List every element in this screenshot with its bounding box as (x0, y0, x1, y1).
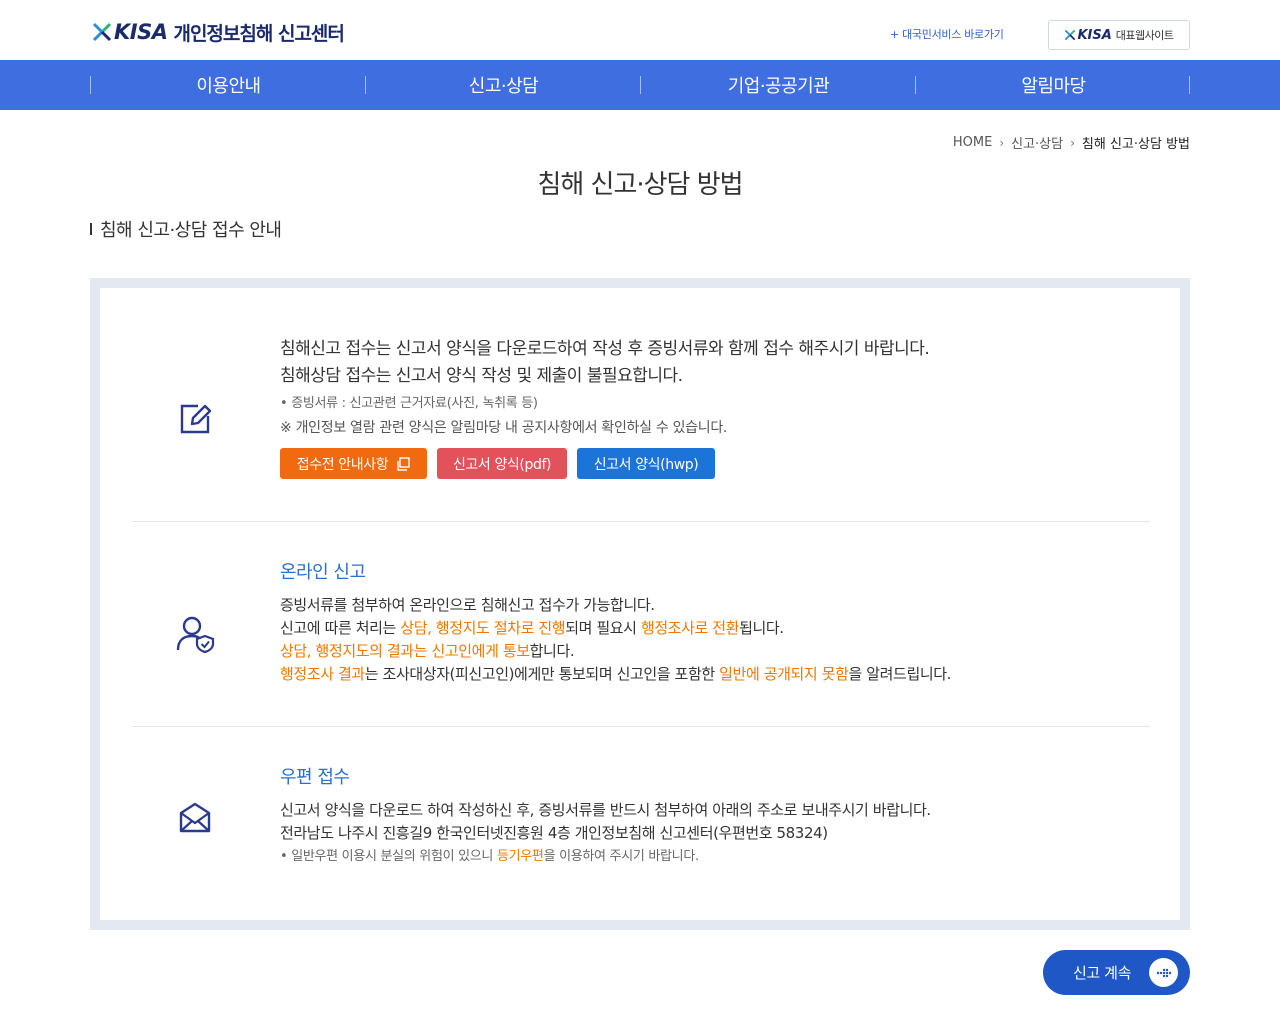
breadcrumb-home[interactable]: HOME (953, 135, 992, 150)
dotted-arrow-icon (1156, 968, 1171, 977)
nav-separator (1189, 76, 1190, 94)
mail-icon (179, 802, 211, 833)
site-button-label: 대표웹사이트 (1115, 29, 1174, 42)
guide-panel: 침해신고 접수는 신고서 양식을 다운로드하여 작성 후 증빙서류와 함께 접수… (90, 278, 1190, 930)
breadcrumb-level1[interactable]: 신고·상담 (1011, 133, 1063, 152)
section-title-text: 침해 신고·상담 접수 안내 (100, 220, 282, 241)
block2-line3: 상담, 행정지도의 결과는 신고인에게 통보합니다. (280, 640, 1140, 663)
pre-submission-notice-button[interactable]: 접수전 안내사항 (280, 448, 427, 479)
main-nav: 이용안내 신고·상담 기업·공공기관 알림마당 (0, 60, 1280, 110)
nav-item-report[interactable]: 신고·상담 (366, 60, 641, 110)
page-title: 침해 신고·상담 방법 (537, 170, 743, 200)
form-download-block: 침해신고 접수는 신고서 양식을 다운로드하여 작성 후 증빙서류와 함께 접수… (100, 336, 1180, 496)
form-button-row: 접수전 안내사항 신고서 양식(pdf) 신고서 양식(hwp) (280, 448, 1140, 479)
block2-line4-a: 행정조사 결과 (280, 665, 365, 683)
block1-note1: • 증빙서류 : 신고관련 근거자료(사진, 녹취록 등) (280, 396, 538, 411)
chevron-right-icon: › (1070, 135, 1075, 150)
block1-line2: 침해상담 접수는 신고서 양식 작성 및 제출이 불필요합니다. (280, 366, 683, 386)
public-service-link[interactable]: + 대국민서비스 바로가기 (890, 26, 1004, 42)
chevron-right-icon: › (999, 135, 1005, 150)
continue-report-label: 신고 계속 (1073, 964, 1131, 982)
continue-report-button[interactable]: 신고 계속 (1043, 950, 1190, 995)
section-title: 침해 신고·상담 접수 안내 (90, 216, 282, 242)
nav-item-notice[interactable]: 알림마당 (916, 60, 1191, 110)
block2-line4-c: 일반에 공개되지 못함 (719, 665, 849, 683)
block3-note-a: • 일반우편 이용시 분실의 위험이 있으니 (280, 849, 497, 864)
kisa-logo-mark-icon (92, 22, 112, 42)
block2-line1: 증빙서류를 첨부하여 온라인으로 침해신고 접수가 가능합니다. (280, 596, 655, 614)
breadcrumb: HOME › 신고·상담 › 침해 신고·상담 방법 (953, 133, 1190, 152)
edit-icon (180, 404, 212, 434)
site-header: KISA 개인정보침해 신고센터 + 대국민서비스 바로가기 KISA 대표웹사… (0, 0, 1280, 60)
mail-report-block: 우편 접수 신고서 양식을 다운로드 하여 작성하신 후, 증빙서류를 반드시 … (100, 765, 1180, 885)
mail-report-title: 우편 접수 (280, 767, 350, 788)
block1-line1: 침해신고 접수는 신고서 양식을 다운로드하여 작성 후 증빙서류와 함께 접수… (280, 339, 930, 359)
block2-line2: 신고에 따른 처리는 상담, 행정지도 절차로 진행되며 필요시 행정조사로 전… (280, 617, 1140, 640)
logo-title: 개인정보침해 신고센터 (173, 22, 344, 45)
block2-line2-e: 됩니다. (739, 619, 784, 637)
block2-line4-b: 는 조사대상자(피신고인)에게만 통보되며 신고인을 포함한 (364, 665, 720, 683)
nav-item-enterprise[interactable]: 기업·공공기관 (641, 60, 916, 110)
user-shield-icon (176, 616, 215, 654)
block3-note-b: 등기우편 (496, 849, 544, 864)
breadcrumb-current: 침해 신고·상담 방법 (1081, 137, 1190, 152)
pre-submission-notice-label: 접수전 안내사항 (296, 456, 389, 473)
block2-line2-c: 되며 필요시 (565, 619, 641, 637)
guide-panel-inner: 침해신고 접수는 신고서 양식을 다운로드하여 작성 후 증빙서류와 함께 접수… (100, 288, 1180, 920)
main-website-button[interactable]: KISA 대표웹사이트 (1048, 20, 1190, 50)
site-logo[interactable]: KISA 개인정보침해 신고센터 (92, 18, 345, 46)
block-divider (132, 726, 1150, 727)
continue-circle (1149, 958, 1178, 987)
block2-line3-a: 상담, 행정지도의 결과는 신고인에게 통보 (280, 642, 530, 660)
block-divider (132, 521, 1150, 522)
block2-line3-b: 합니다. (529, 642, 575, 660)
form-pdf-button[interactable]: 신고서 양식(pdf) (437, 448, 567, 479)
block3-line2: 전라남도 나주시 진흥길9 한국인터넷진흥원 4층 개인정보침해 신고센터(우편… (280, 824, 828, 842)
logo-brand: KISA (114, 20, 168, 44)
block3-note: • 일반우편 이용시 분실의 위험이 있으니 등기우편을 이용하여 주시기 바랍… (280, 845, 1140, 869)
block2-line4: 행정조사 결과는 조사대상자(피신고인)에게만 통보되며 신고인을 포함한 일반… (280, 663, 1140, 686)
kisa-mini-logo-icon (1065, 29, 1076, 41)
section-title-bar (90, 223, 92, 235)
online-report-block: 온라인 신고 증빙서류를 첨부하여 온라인으로 침해신고 접수가 가능합니다. … (100, 560, 1180, 700)
block3-line1: 신고서 양식을 다운로드 하여 작성하신 후, 증빙서류를 반드시 첨부하여 아… (280, 801, 931, 819)
block2-line4-d: 을 알려드립니다. (848, 665, 952, 683)
form-hwp-button[interactable]: 신고서 양식(hwp) (577, 448, 715, 479)
online-report-title: 온라인 신고 (280, 562, 366, 583)
block2-line2-b: 상담, 행정지도 절차로 진행 (400, 619, 566, 637)
block3-note-c: 을 이용하여 주시기 바랍니다. (543, 849, 700, 864)
new-window-icon (397, 456, 410, 471)
site-button-brand: KISA (1077, 27, 1112, 43)
nav-item-guide[interactable]: 이용안내 (91, 60, 366, 110)
block2-line2-d: 행정조사로 전환 (640, 619, 740, 637)
block1-note2: ※ 개인정보 열람 관련 양식은 알림마당 내 공지사항에서 확인하실 수 있습… (280, 420, 728, 436)
block2-line2-a: 신고에 따른 처리는 (280, 619, 401, 637)
